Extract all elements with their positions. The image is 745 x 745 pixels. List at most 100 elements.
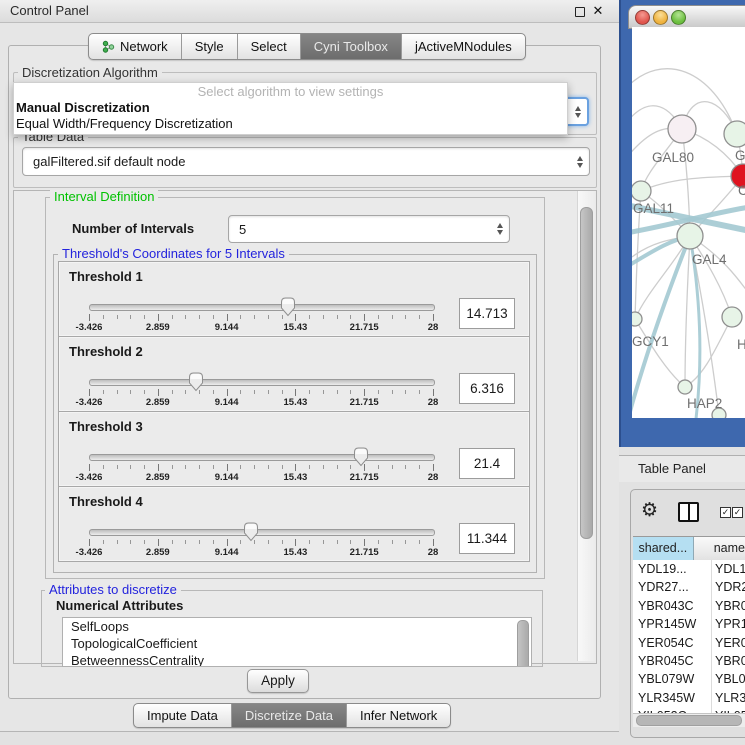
network-edge (635, 319, 685, 387)
threshold-rows: Threshold 1-3.4262.8599.14415.4321.71528… (58, 262, 530, 562)
network-node[interactable] (632, 312, 642, 326)
cell-name[interactable]: YBL079W (712, 670, 745, 688)
column-header-name[interactable]: name (694, 537, 745, 560)
slider-tick (158, 539, 159, 546)
list-scrollbar-thumb[interactable] (517, 620, 529, 667)
slider-tick (433, 314, 434, 321)
network-window-titlebar[interactable] (628, 5, 745, 29)
slider-tick (350, 315, 351, 319)
tab-label: Select (251, 35, 287, 58)
slider-tick (419, 315, 420, 319)
cell-name[interactable]: YBR045C (712, 652, 745, 670)
table-row[interactable]: YPR145WYPR145W (633, 615, 745, 633)
traffic-light-close-icon[interactable] (635, 10, 650, 25)
network-node-label: H (737, 337, 745, 352)
slider-tick-label: 21.715 (350, 397, 379, 408)
table-row[interactable]: YDL19...YDL19... (633, 560, 745, 578)
cell-name[interactable]: YDR27... (712, 578, 745, 596)
tab-cyni-toolbox[interactable]: Cyni Toolbox (301, 34, 402, 59)
bottom-tab-infer-network[interactable]: Infer Network (347, 704, 450, 727)
threshold-row: Threshold 2-3.4262.8599.14415.4321.71528… (58, 336, 530, 412)
cell-shared-name[interactable]: YER054C (633, 634, 712, 652)
slider-track[interactable] (89, 379, 435, 386)
traffic-light-zoom-icon[interactable] (671, 10, 686, 25)
tab-label: jActiveMNodules (415, 35, 512, 58)
network-node[interactable] (668, 115, 696, 143)
table-row[interactable]: YDR27...YDR27... (633, 578, 745, 596)
network-node[interactable] (677, 223, 703, 249)
slider-tick (117, 540, 118, 544)
numerical-attributes-list[interactable]: SelfLoopsTopologicalCoefficientBetweenne… (62, 617, 532, 667)
table-header: shared... name (633, 536, 745, 561)
slider-thumb[interactable] (351, 446, 371, 467)
network-node[interactable] (722, 307, 742, 327)
slider-thumb[interactable] (241, 521, 261, 542)
cell-shared-name[interactable]: YBL079W (633, 670, 712, 688)
cell-shared-name[interactable]: YLR345W (633, 689, 712, 707)
table-row[interactable]: YBR045CYBR045C (633, 652, 745, 670)
number-of-intervals-combo[interactable]: 5 (228, 215, 510, 243)
cell-shared-name[interactable]: YDL19... (633, 560, 712, 578)
cell-shared-name[interactable]: YDR27... (633, 578, 712, 596)
network-node[interactable] (678, 380, 692, 394)
attribute-list-item[interactable]: BetweennessCentrality (63, 652, 531, 667)
tab-style[interactable]: Style (182, 34, 238, 59)
close-icon[interactable]: ✕ (591, 2, 605, 20)
table-data-combo[interactable]: galFiltered.sif default node (22, 147, 590, 176)
cell-name[interactable]: YPR145W (712, 615, 745, 633)
threshold-value-field[interactable]: 21.4 (459, 448, 515, 479)
cell-name[interactable]: YBR043C (712, 597, 745, 615)
slider-tick-label: 21.715 (350, 472, 379, 483)
table-rows[interactable]: YDL19...YDL19...YDR27...YDR27...YBR043CY… (633, 560, 745, 713)
slider-tick (378, 315, 379, 319)
network-canvas[interactable]: GAL80GACGAL11GAL4GCY1HHAP2 (632, 27, 745, 418)
slider-track[interactable] (89, 304, 435, 311)
tab-select[interactable]: Select (238, 34, 301, 59)
vertical-scrollbar-thumb[interactable] (580, 207, 593, 539)
slider-tick (185, 540, 186, 544)
select-all-checkbox-icon[interactable]: ✓ (720, 507, 731, 518)
horizontal-scrollbar-thumb[interactable] (636, 715, 742, 726)
slider-tick (419, 390, 420, 394)
split-columns-icon[interactable] (678, 502, 699, 522)
slider-track[interactable] (89, 454, 435, 461)
attribute-list-item[interactable]: SelfLoops (63, 618, 531, 635)
dropdown-option-equal-width[interactable]: Equal Width/Frequency Discretization (14, 116, 567, 132)
cell-shared-name[interactable]: YBR043C (633, 597, 712, 615)
slider-tick (378, 540, 379, 544)
cell-shared-name[interactable]: YPR145W (633, 615, 712, 633)
network-node[interactable] (724, 121, 745, 147)
slider-thumb[interactable] (186, 371, 206, 392)
attribute-list-item[interactable]: TopologicalCoefficient (63, 635, 531, 652)
slider-thumb[interactable] (278, 296, 298, 317)
column-header-shared-name[interactable]: shared... (633, 537, 694, 560)
threshold-value-field[interactable]: 14.713 (459, 298, 515, 329)
threshold-value-field[interactable]: 11.344 (459, 523, 515, 554)
slider-tick (309, 540, 310, 544)
slider-tick (240, 390, 241, 394)
slider-tick-label: 2.859 (146, 397, 170, 408)
deselect-all-checkbox-icon[interactable]: ✓ (732, 507, 743, 518)
dropdown-option-manual[interactable]: Manual Discretization (14, 100, 567, 116)
table-row[interactable]: YBR043CYBR043C (633, 597, 745, 615)
apply-button[interactable]: Apply (247, 669, 309, 693)
threshold-value-field[interactable]: 6.316 (459, 373, 515, 404)
cell-name[interactable]: YLR345W (712, 689, 745, 707)
slider-track[interactable] (89, 529, 435, 536)
float-window-icon[interactable] (575, 7, 585, 17)
tab-network[interactable]: Network (89, 34, 182, 59)
cell-name[interactable]: YER054C (712, 634, 745, 652)
bottom-tab-impute-data[interactable]: Impute Data (134, 704, 232, 727)
cell-name[interactable]: YDL19... (712, 560, 745, 578)
table-row[interactable]: YLR345WYLR345W (633, 689, 745, 707)
slider-tick-label: 15.43 (284, 472, 308, 483)
slider-tick (323, 540, 324, 544)
table-row[interactable]: YER054CYER054C (633, 634, 745, 652)
network-node[interactable] (632, 181, 651, 201)
gear-icon[interactable]: ⚙ (641, 498, 658, 522)
bottom-tab-discretize-data[interactable]: Discretize Data (232, 704, 347, 727)
tab-jactivemnodules[interactable]: jActiveMNodules (402, 34, 525, 59)
cell-shared-name[interactable]: YBR045C (633, 652, 712, 670)
traffic-light-minimize-icon[interactable] (653, 10, 668, 25)
table-row[interactable]: YBL079WYBL079W (633, 670, 745, 688)
